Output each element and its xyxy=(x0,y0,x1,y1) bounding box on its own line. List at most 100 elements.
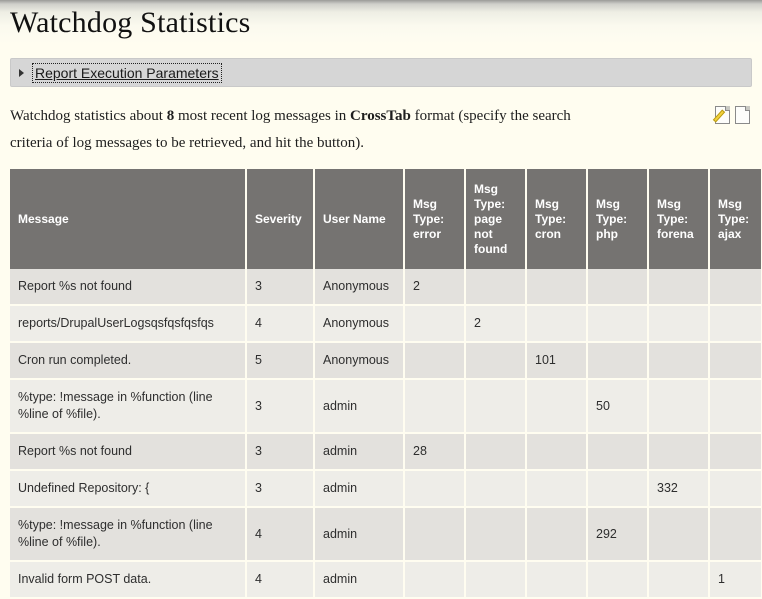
cell-msgtype-page-not-found xyxy=(465,433,527,471)
cell-msgtype-ajax xyxy=(709,470,761,508)
cell-msgtype-ajax xyxy=(709,269,761,306)
cell-message: Cron run completed. xyxy=(10,342,247,380)
table-row: Invalid form POST data. 4 admin 1 xyxy=(10,561,761,599)
cell-msgtype-ajax xyxy=(709,305,761,343)
cell-msgtype-cron xyxy=(526,379,588,434)
column-header-msgtype-page-not-found[interactable]: Msg Type: page not found xyxy=(465,169,527,269)
watchdog-statistics-table: Message Severity User Name Msg Type: err… xyxy=(10,169,761,599)
cell-msgtype-page-not-found xyxy=(465,470,527,508)
page-title: Watchdog Statistics xyxy=(10,6,251,39)
cell-msgtype-php xyxy=(587,561,649,599)
cell-msgtype-cron xyxy=(526,470,588,508)
cell-msgtype-forena xyxy=(648,561,710,599)
table-row: Report %s not found 3 Anonymous 2 xyxy=(10,269,761,306)
table-row: reports/DrupalUserLogsqsfqsfqsfqs 4 Anonym… xyxy=(10,305,761,343)
cell-msgtype-php xyxy=(587,305,649,343)
cell-message: Report %s not found xyxy=(10,269,247,306)
cell-msgtype-cron xyxy=(526,561,588,599)
edit-document-icon[interactable] xyxy=(712,106,730,124)
cell-message: Undefined Repository: { xyxy=(10,470,247,508)
fieldset-legend-link[interactable]: Report Execution Parameters xyxy=(32,62,222,83)
cell-msgtype-forena: 332 xyxy=(648,470,710,508)
cell-severity: 3 xyxy=(246,269,315,306)
cell-msgtype-forena xyxy=(648,433,710,471)
cell-user: Anonymous xyxy=(314,305,405,343)
column-header-severity[interactable]: Severity xyxy=(246,169,315,269)
cell-msgtype-php xyxy=(587,433,649,471)
cell-msgtype-php xyxy=(587,470,649,508)
cell-msgtype-error xyxy=(404,342,466,380)
new-document-icon[interactable] xyxy=(735,106,750,124)
table-row: Report %s not found 3 admin 28 xyxy=(10,433,761,471)
cell-msgtype-forena xyxy=(648,379,710,434)
cell-user: admin xyxy=(314,379,405,434)
cell-msgtype-ajax xyxy=(709,507,761,562)
table-row: Cron run completed. 5 Anonymous 101 xyxy=(10,342,761,380)
triangle-right-icon xyxy=(19,68,24,77)
cell-severity: 4 xyxy=(246,507,315,562)
cell-severity: 3 xyxy=(246,433,315,471)
cell-severity: 3 xyxy=(246,379,315,434)
cell-msgtype-php: 50 xyxy=(587,379,649,434)
table-body: Report %s not found 3 Anonymous 2 reports/Dr… xyxy=(10,269,761,599)
description-format: CrossTab xyxy=(349,108,411,124)
cell-msgtype-forena xyxy=(648,507,710,562)
cell-msgtype-cron: 101 xyxy=(526,342,588,380)
cell-user: admin xyxy=(314,507,405,562)
cell-msgtype-page-not-found xyxy=(465,379,527,434)
document-actions xyxy=(712,106,750,124)
cell-msgtype-page-not-found: 2 xyxy=(465,305,527,343)
page-container: Watchdog Statistics Report Execution Par… xyxy=(0,0,762,599)
column-header-msgtype-error[interactable]: Msg Type: error xyxy=(404,169,466,269)
table-row: %type: !message in %function (line %line… xyxy=(10,507,761,562)
cell-msgtype-page-not-found xyxy=(465,342,527,380)
table-header-row: Message Severity User Name Msg Type: err… xyxy=(10,169,761,269)
cell-user: admin xyxy=(314,561,405,599)
document-fold xyxy=(725,106,730,111)
column-header-msgtype-php[interactable]: Msg Type: php xyxy=(587,169,649,269)
cell-msgtype-page-not-found xyxy=(465,269,527,306)
cell-message: %type: !message in %function (line %line… xyxy=(10,379,247,434)
cell-msgtype-forena xyxy=(648,342,710,380)
cell-msgtype-error: 2 xyxy=(404,269,466,306)
cell-msgtype-ajax xyxy=(709,342,761,380)
cell-user: admin xyxy=(314,433,405,471)
cell-msgtype-forena xyxy=(648,269,710,306)
cell-msgtype-php: 292 xyxy=(587,507,649,562)
cell-message: Invalid form POST data. xyxy=(10,561,247,599)
cell-msgtype-cron xyxy=(526,507,588,562)
cell-message: %type: !message in %function (line %line… xyxy=(10,507,247,562)
description-text: Watchdog statistics about 8 most recent … xyxy=(10,103,610,157)
cell-msgtype-error xyxy=(404,507,466,562)
cell-msgtype-php xyxy=(587,342,649,380)
cell-msgtype-error: 28 xyxy=(404,433,466,471)
column-header-msgtype-cron[interactable]: Msg Type: cron xyxy=(526,169,588,269)
document-fold xyxy=(745,106,750,111)
cell-user: Anonymous xyxy=(314,342,405,380)
cell-msgtype-cron xyxy=(526,305,588,343)
cell-severity: 4 xyxy=(246,561,315,599)
cell-message: Report %s not found xyxy=(10,433,247,471)
cell-msgtype-forena xyxy=(648,305,710,343)
column-header-message[interactable]: Message xyxy=(10,169,247,269)
description-part-2: most recent log messages in xyxy=(174,108,350,124)
column-header-user-name[interactable]: User Name xyxy=(314,169,405,269)
table-row: Undefined Repository: {3 admin 332 xyxy=(10,470,761,508)
report-execution-parameters-fieldset[interactable]: Report Execution Parameters xyxy=(10,58,752,87)
description-block: Watchdog statistics about 8 most recent … xyxy=(10,103,752,157)
cell-severity: 3 xyxy=(246,470,315,508)
table-row: %type: !message in %function (line %line… xyxy=(10,379,761,434)
cell-msgtype-php xyxy=(587,269,649,306)
description-part-1: Watchdog statistics about xyxy=(10,108,167,124)
cell-user: admin xyxy=(314,470,405,508)
cell-msgtype-cron xyxy=(526,269,588,306)
cell-user: Anonymous xyxy=(314,269,405,306)
cell-msgtype-page-not-found xyxy=(465,507,527,562)
cell-msgtype-ajax xyxy=(709,433,761,471)
cell-msgtype-ajax: 1 xyxy=(709,561,761,599)
column-header-msgtype-ajax[interactable]: Msg Type: ajax xyxy=(709,169,761,269)
cell-msgtype-cron xyxy=(526,433,588,471)
cell-severity: 5 xyxy=(246,342,315,380)
column-header-msgtype-forena[interactable]: Msg Type: forena xyxy=(648,169,710,269)
cell-msgtype-error xyxy=(404,561,466,599)
